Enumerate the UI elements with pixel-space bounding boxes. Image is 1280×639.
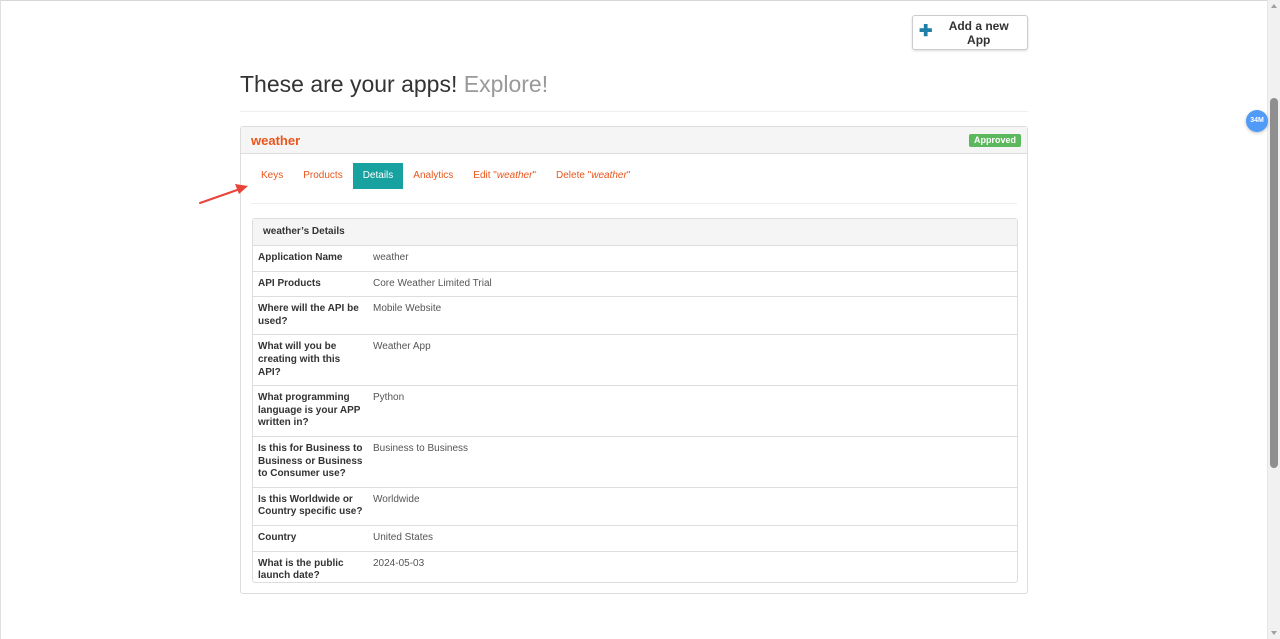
details-panel: weather’s Details Application Name weath…: [252, 218, 1018, 583]
tab-edit-prefix: Edit ": [473, 170, 497, 181]
detail-label: Country: [253, 525, 368, 552]
detail-value: Weather App: [368, 334, 1017, 387]
tab-delete-prefix: Delete ": [556, 170, 592, 181]
scroll-up-arrow-icon[interactable]: [1271, 4, 1277, 8]
detail-label: Where will the API be used?: [253, 296, 368, 336]
table-row: What is the public launch date? 2024-05-…: [253, 551, 1017, 589]
detail-label: Is this for Business to Business or Busi…: [253, 436, 368, 488]
detail-value: Business to Business: [368, 436, 1017, 488]
table-row: Application Name weather: [253, 246, 1017, 272]
tab-keys[interactable]: Keys: [251, 163, 293, 189]
detail-value: Python: [368, 385, 1017, 437]
app-name: weather: [251, 133, 301, 148]
detail-value: 2024-05-03: [373, 557, 425, 569]
detail-label: What programming language is your APP wr…: [253, 385, 368, 437]
tab-details[interactable]: Details: [352, 163, 404, 189]
tab-products[interactable]: Products: [293, 163, 352, 189]
scroll-down-arrow-icon[interactable]: [1271, 631, 1277, 635]
tab-delete-suffix: ": [626, 170, 631, 181]
app-tabs: Keys Products Details Analytics Edit "we…: [251, 163, 640, 189]
detail-value: United States: [368, 525, 1017, 552]
vertical-scrollbar[interactable]: [1267, 0, 1280, 639]
page-title: These are your apps! Explore!: [240, 71, 548, 98]
app-panel: weather Approved Keys Products Details A…: [240, 126, 1028, 594]
details-table: Application Name weather API Products Co…: [253, 246, 1017, 589]
table-row: Where will the API be used? Mobile Websi…: [253, 296, 1017, 336]
table-row: What will you be creating with this API?…: [253, 334, 1017, 387]
tab-edit-app-name: weather: [496, 170, 533, 181]
floating-badge[interactable]: 34M: [1246, 110, 1268, 132]
detail-value: Core Weather Limited Trial: [368, 271, 1017, 298]
plus-icon: ✚: [919, 22, 933, 40]
detail-label: What will you be creating with this API?: [253, 334, 368, 387]
tab-delete-app[interactable]: Delete "weather": [546, 163, 640, 189]
detail-label: Is this Worldwide or Country specific us…: [253, 487, 368, 526]
annotation-arrow-icon: [199, 184, 248, 204]
add-new-app-button[interactable]: ✚ Add a new App: [912, 15, 1028, 50]
scrollbar-thumb[interactable]: [1270, 98, 1278, 468]
tab-edit-app[interactable]: Edit "weather": [463, 163, 546, 189]
status-badge: Approved: [968, 134, 1021, 147]
title-divider: [240, 111, 1028, 112]
tab-analytics[interactable]: Analytics: [403, 163, 463, 189]
tab-delete-app-name: weather: [591, 170, 627, 181]
detail-value: weather: [368, 246, 1017, 272]
detail-value: Mobile Website: [368, 296, 1017, 336]
detail-label: Application Name: [253, 246, 368, 272]
page-title-text: These are your apps!: [240, 71, 458, 97]
detail-label: API Products: [253, 271, 368, 298]
table-row: What programming language is your APP wr…: [253, 385, 1017, 437]
detail-label: What is the public launch date?: [258, 557, 344, 582]
app-panel-heading: weather Approved: [241, 127, 1027, 154]
detail-value: Worldwide: [368, 487, 1017, 526]
tab-edit-suffix: ": [532, 170, 536, 181]
table-row: API Products Core Weather Limited Trial: [253, 271, 1017, 298]
tabs-divider: [251, 203, 1017, 204]
table-row: Is this Worldwide or Country specific us…: [253, 487, 1017, 526]
page-title-explore: Explore!: [463, 71, 549, 97]
table-row: Is this for Business to Business or Busi…: [253, 436, 1017, 488]
details-heading: weather’s Details: [253, 219, 1017, 246]
add-new-app-label: Add a new App: [948, 18, 1009, 47]
table-row: Country United States: [253, 525, 1017, 552]
